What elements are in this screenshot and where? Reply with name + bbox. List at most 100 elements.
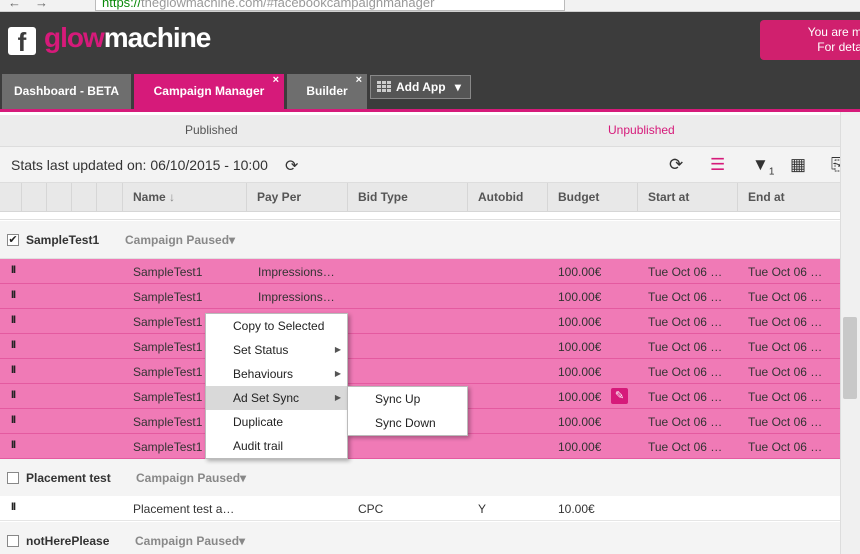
cell-start-at: Tue Oct 06 … bbox=[648, 265, 723, 279]
glowmachine-logo[interactable]: glowmachine bbox=[44, 22, 211, 54]
table-row[interactable]: II SampleTest1 Impressions… 100.00€ Tue Oct … bbox=[0, 284, 840, 309]
group-checkbox[interactable]: ✔ bbox=[7, 234, 19, 246]
url-text: theglowmachine.com/#facebookcampaignmana… bbox=[141, 0, 435, 10]
column-header-end-at[interactable]: End at bbox=[738, 183, 840, 212]
stats-toolbar: Stats last updated on: 06/10/2015 - 10:0… bbox=[0, 147, 845, 183]
notice-line-2: For deta bbox=[817, 40, 860, 54]
campaign-status-dropdown[interactable]: Campaign Paused▾ bbox=[135, 534, 245, 548]
logo-glow-text: glow bbox=[44, 22, 105, 53]
filter-icon[interactable]: ▼1 bbox=[752, 155, 774, 177]
table-row[interactable]: II SampleTest1 100.00€ Tue Oct 06 … Tue Oct … bbox=[0, 309, 840, 334]
list-icon[interactable]: ☰ bbox=[710, 155, 725, 175]
chevron-down-icon: ▾ bbox=[454, 80, 461, 94]
tab-builder[interactable]: Builder × bbox=[287, 74, 367, 109]
menu-item-ad-set-sync[interactable]: Ad Set Sync ▶ bbox=[206, 386, 347, 410]
account-notice-banner[interactable]: You are m For deta bbox=[760, 20, 860, 60]
cell-name: SampleTest1 bbox=[133, 340, 203, 354]
menu-item-label: Set Status bbox=[233, 343, 289, 357]
pause-icon[interactable]: II bbox=[11, 389, 16, 401]
ad-set-sync-submenu: Sync Up Sync Down bbox=[347, 386, 468, 436]
menu-item-duplicate[interactable]: Duplicate bbox=[206, 410, 347, 434]
pause-icon[interactable]: II bbox=[11, 339, 16, 351]
campaign-name: SampleTest1 bbox=[26, 233, 100, 247]
header-spacer bbox=[97, 183, 123, 212]
cell-budget: 100.00€ bbox=[558, 415, 602, 429]
browser-url-strip: ←→ https://theglowmachine.com/#facebookc… bbox=[0, 0, 860, 12]
close-icon[interactable]: × bbox=[356, 74, 362, 86]
stats-updated-text: Stats last updated on: 06/10/2015 - 10:0… bbox=[11, 157, 268, 173]
campaign-name: Placement test bbox=[26, 471, 111, 485]
campaign-status-dropdown[interactable]: Campaign Paused▾ bbox=[125, 233, 235, 247]
pause-icon[interactable]: II bbox=[11, 501, 16, 513]
menu-item-set-status[interactable]: Set Status ▶ bbox=[206, 338, 347, 362]
cell-budget: 100.00€ bbox=[558, 315, 602, 329]
table-icon[interactable]: ▦ bbox=[790, 155, 806, 175]
tab-campaign-manager[interactable]: Campaign Manager × bbox=[134, 74, 284, 109]
pause-icon[interactable]: II bbox=[11, 439, 16, 451]
group-checkbox[interactable] bbox=[7, 535, 19, 547]
menu-item-copy-to-selected[interactable]: Copy to Selected bbox=[206, 314, 347, 338]
cell-name: SampleTest1 bbox=[133, 315, 203, 329]
browser-nav-icons[interactable]: ←→ bbox=[8, 0, 62, 10]
cell-name: SampleTest1 bbox=[133, 390, 203, 404]
menu-item-behaviours[interactable]: Behaviours ▶ bbox=[206, 362, 347, 386]
header-spacer bbox=[47, 183, 72, 212]
chevron-right-icon: ▶ bbox=[334, 345, 341, 354]
vertical-scrollbar[interactable] bbox=[840, 112, 860, 554]
cell-pay-per: Impressions… bbox=[258, 265, 335, 279]
table-row[interactable]: II SampleTest1 100.00€ Tue Oct 06 … Tue Oct … bbox=[0, 434, 840, 459]
table-row[interactable]: II SampleTest1 100.00€ Tue Oct 06 … Tue Oct … bbox=[0, 359, 840, 384]
cell-budget: 100.00€ bbox=[558, 365, 602, 379]
cell-budget: 100.00€ bbox=[558, 265, 602, 279]
column-header-bid-type[interactable]: Bid Type bbox=[348, 183, 468, 212]
app-tab-bar: Dashboard - BETA Campaign Manager × Buil… bbox=[0, 70, 860, 112]
cell-name: SampleTest1 bbox=[133, 415, 203, 429]
app-header: f glowmachine You are m For deta bbox=[0, 12, 860, 70]
add-app-button[interactable]: Add App ▾ bbox=[370, 75, 471, 99]
unpublished-filter[interactable]: Unpublished bbox=[608, 123, 675, 137]
campaign-group-row[interactable]: ✔ SampleTest1 Campaign Paused▾ bbox=[0, 221, 840, 259]
publish-filter-bar: Published Unpublished bbox=[0, 115, 840, 147]
cell-end-at: Tue Oct 06 … bbox=[748, 290, 823, 304]
column-header-autobid[interactable]: Autobid bbox=[468, 183, 548, 212]
pause-icon[interactable]: II bbox=[11, 289, 16, 301]
cell-end-at: Tue Oct 06 … bbox=[748, 315, 823, 329]
menu-item-label: Ad Set Sync bbox=[233, 391, 300, 405]
table-row[interactable]: II Placement test a… CPC Y 10.00€ bbox=[0, 496, 840, 521]
pause-icon[interactable]: II bbox=[11, 264, 16, 276]
menu-item-audit-trail[interactable]: Audit trail bbox=[206, 434, 347, 458]
tab-dashboard-beta[interactable]: Dashboard - BETA bbox=[2, 74, 131, 109]
refresh-stats-icon[interactable]: ⟳ bbox=[285, 156, 298, 176]
menu-item-sync-down[interactable]: Sync Down bbox=[348, 411, 467, 435]
table-row[interactable]: II SampleTest1 Impressions… 100.00€ Tue Oct … bbox=[0, 259, 840, 284]
column-label: Start at bbox=[648, 190, 690, 204]
menu-item-sync-up[interactable]: Sync Up bbox=[348, 387, 467, 411]
column-header-budget[interactable]: Budget bbox=[548, 183, 638, 212]
cell-end-at: Tue Oct 06 … bbox=[748, 415, 823, 429]
campaign-status-dropdown[interactable]: Campaign Paused▾ bbox=[136, 471, 246, 485]
column-header-name[interactable]: Name ↓ bbox=[123, 183, 247, 212]
cell-start-at: Tue Oct 06 … bbox=[648, 315, 723, 329]
pause-icon[interactable]: II bbox=[11, 414, 16, 426]
column-header-pay-per[interactable]: Pay Per bbox=[247, 183, 348, 212]
cell-end-at: Tue Oct 06 … bbox=[748, 365, 823, 379]
refresh-icon[interactable]: ⟳ bbox=[669, 155, 683, 175]
group-checkbox[interactable] bbox=[7, 472, 19, 484]
edit-pencil-icon[interactable]: ✎ bbox=[611, 388, 628, 404]
cell-end-at: Tue Oct 06 … bbox=[748, 340, 823, 354]
cell-name: SampleTest1 bbox=[133, 440, 203, 454]
add-app-label: Add App bbox=[396, 80, 446, 94]
scrollbar-thumb[interactable] bbox=[843, 317, 857, 399]
pause-icon[interactable]: II bbox=[11, 364, 16, 376]
pause-icon[interactable]: II bbox=[11, 314, 16, 326]
campaign-group-row[interactable]: notHerePlease Campaign Paused▾ bbox=[0, 522, 840, 554]
cell-budget: 10.00€ bbox=[558, 502, 595, 516]
address-bar[interactable]: https://theglowmachine.com/#facebookcamp… bbox=[95, 0, 565, 11]
close-icon[interactable]: × bbox=[273, 74, 279, 86]
tab-label: Builder bbox=[306, 84, 348, 98]
published-filter[interactable]: Published bbox=[185, 123, 238, 137]
campaign-group-row[interactable]: Placement test Campaign Paused▾ bbox=[0, 459, 840, 497]
table-row[interactable]: II SampleTest1 100.00€ Tue Oct 06 … Tue Oct … bbox=[0, 334, 840, 359]
column-header-start-at[interactable]: Start at bbox=[638, 183, 738, 212]
sort-arrow-icon: ↓ bbox=[169, 190, 176, 204]
